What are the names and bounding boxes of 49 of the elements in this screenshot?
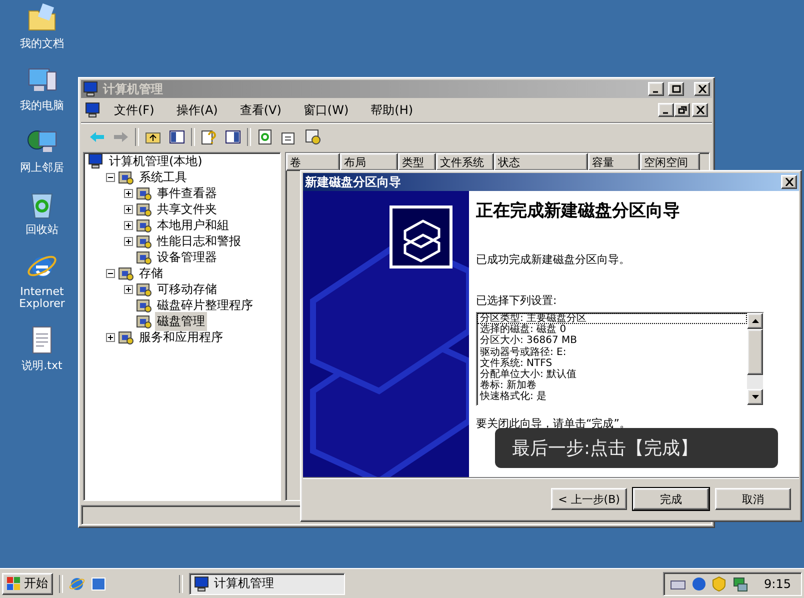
menu-item[interactable]: 帮助(H) (362, 100, 422, 120)
column-header[interactable]: 布局 (340, 153, 398, 171)
dialog-button[interactable]: < 上一步(B) (551, 488, 627, 510)
tree-item[interactable]: 性能日志和警报 (155, 232, 243, 250)
start-button[interactable]: 开始 (2, 572, 53, 594)
finish-button[interactable]: 完成 (633, 488, 709, 510)
tree-item[interactable]: 系统工具 (137, 168, 189, 186)
column-header[interactable]: 类型 (398, 153, 436, 171)
settings-label: 已选择下列设置: (476, 293, 558, 308)
column-header[interactable]: 空闲空间 (640, 153, 700, 171)
tree-item[interactable]: 设备管理器 (155, 248, 219, 266)
list-item[interactable]: 快速格式化: 是 (477, 391, 747, 403)
taskbar-button[interactable]: 计算机管理 (189, 572, 345, 594)
list-item[interactable]: 分配单位大小: 默认值 (477, 369, 747, 380)
column-header[interactable]: 文件系统 (436, 153, 494, 171)
list-item[interactable]: 分区大小: 36867 MB (477, 335, 747, 347)
column-header[interactable]: 容量 (588, 153, 640, 171)
menu-item[interactable]: 文件(F) (105, 100, 164, 120)
dialog-button[interactable]: 取消 (715, 488, 791, 510)
window-title: 新建磁盘分区向导 (305, 174, 402, 190)
menu-item[interactable]: 窗口(W) (294, 100, 358, 120)
tree-item[interactable]: 磁盘碎片整理程序 (155, 296, 255, 314)
tree-item[interactable]: 存储 (137, 264, 165, 282)
list-item[interactable]: 卷标: 新加卷 (477, 380, 747, 392)
desktop-icon-label[interactable]: 我的电脑 (7, 100, 77, 112)
desktop-icon-label[interactable]: 说明.txt (7, 360, 77, 372)
list-item[interactable]: 文件系统: NTFS (477, 358, 747, 370)
menu-item[interactable]: 操作(A) (167, 100, 227, 120)
tree-item[interactable]: 可移动存储 (155, 280, 219, 298)
list-item[interactable]: 驱动器号或路径: E: (477, 346, 747, 358)
tree-item[interactable]: 服务和应用程序 (137, 328, 225, 346)
intro-text: 已成功完成新建磁盘分区向导。 (476, 252, 631, 267)
desktop-icon-label[interactable]: Internet Explorer (7, 286, 77, 310)
clock: 9:15 (764, 576, 791, 590)
column-header[interactable]: 卷 (286, 153, 340, 171)
desktop-icon-label[interactable]: 回收站 (7, 224, 77, 236)
tutorial-caption: 最后一步:点击【完成】 (495, 428, 778, 468)
tree-item[interactable]: 磁盘管理 (155, 312, 207, 330)
tree-item[interactable]: 事件查看器 (155, 184, 219, 202)
list-item[interactable]: 选择的磁盘: 磁盘 0 (477, 324, 747, 336)
column-header[interactable]: 状态 (494, 153, 588, 171)
tree-item[interactable]: 本地用户和組 (155, 216, 231, 234)
window-title: 计算机管理 (103, 80, 164, 98)
tree-item[interactable]: 共享文件夹 (155, 200, 219, 218)
desktop-icon-label[interactable]: 网上邻居 (7, 162, 77, 174)
tree-item[interactable]: 计算机管理(本地) (107, 153, 204, 170)
desktop-icon-label[interactable]: 我的文档 (7, 38, 77, 50)
wizard-heading: 正在完成新建磁盘分区向导 (476, 200, 681, 222)
menu-item[interactable]: 查看(V) (230, 100, 290, 120)
